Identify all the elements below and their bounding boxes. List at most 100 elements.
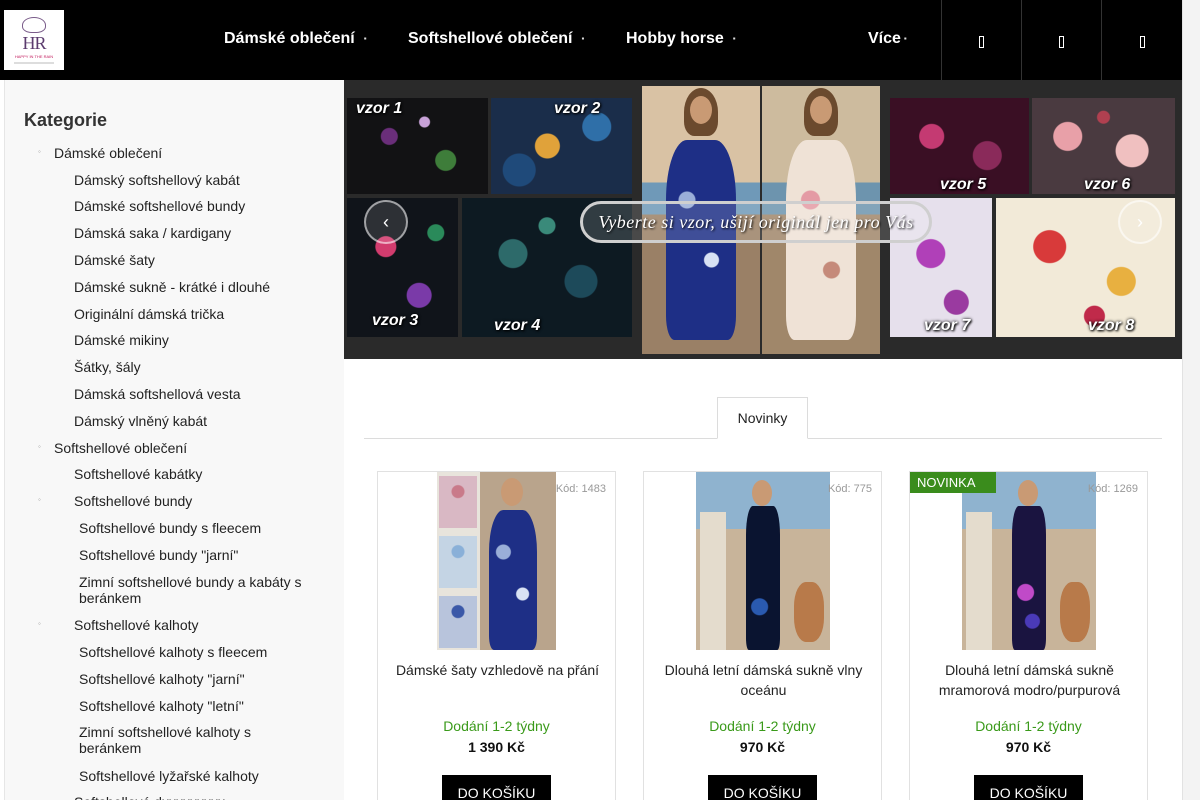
bullet-icon: ◦ (38, 619, 41, 628)
page-scrollbar[interactable] (1182, 0, 1200, 800)
search-icon (979, 36, 984, 48)
model-face (1018, 480, 1038, 506)
banner-next-button[interactable]: › (1118, 200, 1162, 244)
category-item[interactable]: Softshellové kalhoty s fleecem (79, 644, 267, 660)
product-image[interactable] (962, 472, 1096, 650)
nav-vice[interactable]: Více ▪ (868, 30, 907, 48)
pattern-label: vzor 5 (940, 176, 987, 193)
balustrade (966, 512, 992, 650)
product-name[interactable]: Dlouhá letní dámská sukně vlny oceánu (654, 660, 873, 700)
category-item[interactable]: Dámské mikiny (74, 332, 169, 348)
product-card[interactable]: Kód: 1483 Dámské šaty vzhledově na přání… (377, 471, 616, 800)
pattern-label: vzor 1 (356, 100, 403, 117)
category-item[interactable]: Softshellové kalhoty "jarní" (79, 671, 245, 687)
variant-thumbnail (439, 476, 477, 528)
vase (1060, 582, 1090, 642)
add-to-cart-button[interactable]: DO KOŠÍKU (708, 775, 817, 800)
category-item[interactable]: Softshellové bundy (74, 493, 192, 509)
model-face (752, 480, 772, 506)
category-item[interactable]: Softshellové kalhoty "letní" (79, 698, 244, 714)
category-item[interactable]: Softshellové bundy "jarní" (79, 547, 238, 563)
nav-label: Softshellové oblečení (408, 30, 573, 47)
pattern-label: vzor 7 (924, 317, 971, 334)
balustrade (700, 512, 726, 650)
product-availability: Dodání 1-2 týdny (709, 718, 816, 734)
banner-prev-button[interactable]: ‹ (364, 200, 408, 244)
product-availability: Dodání 1-2 týdny (443, 718, 550, 734)
product-image[interactable] (696, 472, 830, 650)
category-item[interactable]: Dámský softshellový kabát (74, 172, 240, 188)
variant-thumbnail (439, 536, 477, 588)
chevron-left-icon: ‹ (383, 211, 389, 232)
product-price: 970 Kč (1005, 739, 1052, 755)
product-price: 1 390 Kč (468, 739, 525, 755)
nav-label: Více (868, 30, 901, 47)
category-item[interactable]: Softshellové oblečení (54, 440, 187, 456)
product-name[interactable]: Dlouhá letní dámská sukně mramorová modr… (920, 660, 1139, 700)
product-availability: Dodání 1-2 týdny (975, 718, 1082, 734)
chevron-right-icon: › (1137, 211, 1143, 232)
category-item[interactable]: Softshellové lyžařské kalhoty (79, 768, 259, 784)
category-item[interactable]: Softshellové bundy s fleecem (79, 520, 261, 536)
category-item[interactable]: Šátky, šály (74, 359, 141, 375)
nav-label: Hobby horse (626, 30, 724, 47)
nav-hobby-horse[interactable]: Hobby horse ▪ (626, 30, 736, 48)
site-header: HR HAPPY IN THE RAIN Dámské oblečení ▪ So… (0, 0, 1200, 80)
category-item[interactable]: Dámské sukně - krátké i dlouhé (74, 279, 270, 295)
pattern-label: vzor 2 (554, 100, 601, 117)
hero-banner[interactable]: vzor 1 vzor 2 vzor 3 vzor 4 vzor 5 vzor … (344, 80, 1182, 359)
category-item[interactable]: Dámské šaty (74, 252, 155, 268)
product-name[interactable]: Dámské šaty vzhledově na přání (388, 660, 607, 680)
nav-damske-obleceni[interactable]: Dámské oblečení ▪ (224, 30, 367, 48)
category-item[interactable]: Dámské oblečení (54, 145, 162, 161)
model-face (690, 96, 712, 124)
cart-button[interactable] (1101, 0, 1182, 80)
add-to-cart-button[interactable]: DO KOŠÍKU (442, 775, 551, 800)
category-item[interactable]: Softshellové dxxxxxxxxx (74, 794, 225, 800)
bullet-icon: ◦ (38, 442, 41, 451)
variant-thumbnail (439, 596, 477, 648)
caret-down-icon: ▪ (581, 34, 585, 44)
model-face (501, 478, 523, 506)
category-item[interactable]: Softshellové kabátky (74, 466, 202, 482)
user-icon (1059, 36, 1064, 48)
pattern-label: vzor 4 (494, 317, 541, 334)
caret-down-icon: ▪ (363, 34, 367, 44)
category-item[interactable]: Softshellové kalhoty (74, 617, 199, 633)
product-card[interactable]: NOVINKA Kód: 1269 Dlouhá letní dámská su… (909, 471, 1148, 800)
caret-down-icon: ▪ (732, 34, 736, 44)
product-code: Kód: 1269 (1087, 483, 1138, 495)
category-item[interactable]: Dámská saka / kardigany (74, 225, 231, 241)
pattern-label: vzor 6 (1084, 176, 1131, 193)
logo-text: HAPPY IN THE RAIN (14, 53, 54, 59)
tab-novinky[interactable]: Novinky (717, 397, 808, 439)
add-to-cart-button[interactable]: DO KOŠÍKU (974, 775, 1083, 800)
category-item[interactable]: Zimní softshellové kalhoty s beránkem (79, 724, 289, 756)
category-item[interactable]: Zimní softshellové bundy a kabáty s berá… (79, 574, 319, 606)
category-item[interactable]: Dámský vlněný kabát (74, 413, 207, 429)
logo-tree-icon (22, 16, 46, 33)
product-image[interactable] (437, 472, 556, 650)
cart-icon (1139, 36, 1145, 48)
pattern-label: vzor 3 (372, 312, 419, 329)
model-face (810, 96, 832, 124)
pattern-label: vzor 8 (1088, 317, 1135, 334)
bullet-icon: ◦ (38, 495, 41, 504)
product-code: Kód: 1483 (555, 483, 606, 495)
product-code: Kód: 775 (827, 483, 872, 495)
account-button[interactable] (1021, 0, 1101, 80)
site-logo[interactable]: HR HAPPY IN THE RAIN (4, 10, 64, 70)
product-price: 970 Kč (739, 739, 786, 755)
category-sidebar: Kategorie ◦ Dámské oblečení Dámský softs… (4, 80, 344, 800)
model-dress (489, 510, 537, 650)
product-card[interactable]: Kód: 775 Dlouhá letní dámská sukně vlny … (643, 471, 882, 800)
search-button[interactable] (941, 0, 1021, 80)
nav-label: Dámské oblečení (224, 30, 355, 47)
bullet-icon: ◦ (38, 147, 41, 156)
category-item[interactable]: Dámská softshellová vesta (74, 386, 241, 402)
nav-softshellove-obleceni[interactable]: Softshellové oblečení ▪ (408, 30, 584, 48)
category-item[interactable]: Dámské softshellové bundy (74, 198, 245, 214)
category-item[interactable]: Originální dámská trička (74, 306, 224, 322)
sidebar-title: Kategorie (24, 110, 108, 130)
banner-slogan: Vyberte si vzor, ušijí originál jen pro … (580, 201, 932, 243)
